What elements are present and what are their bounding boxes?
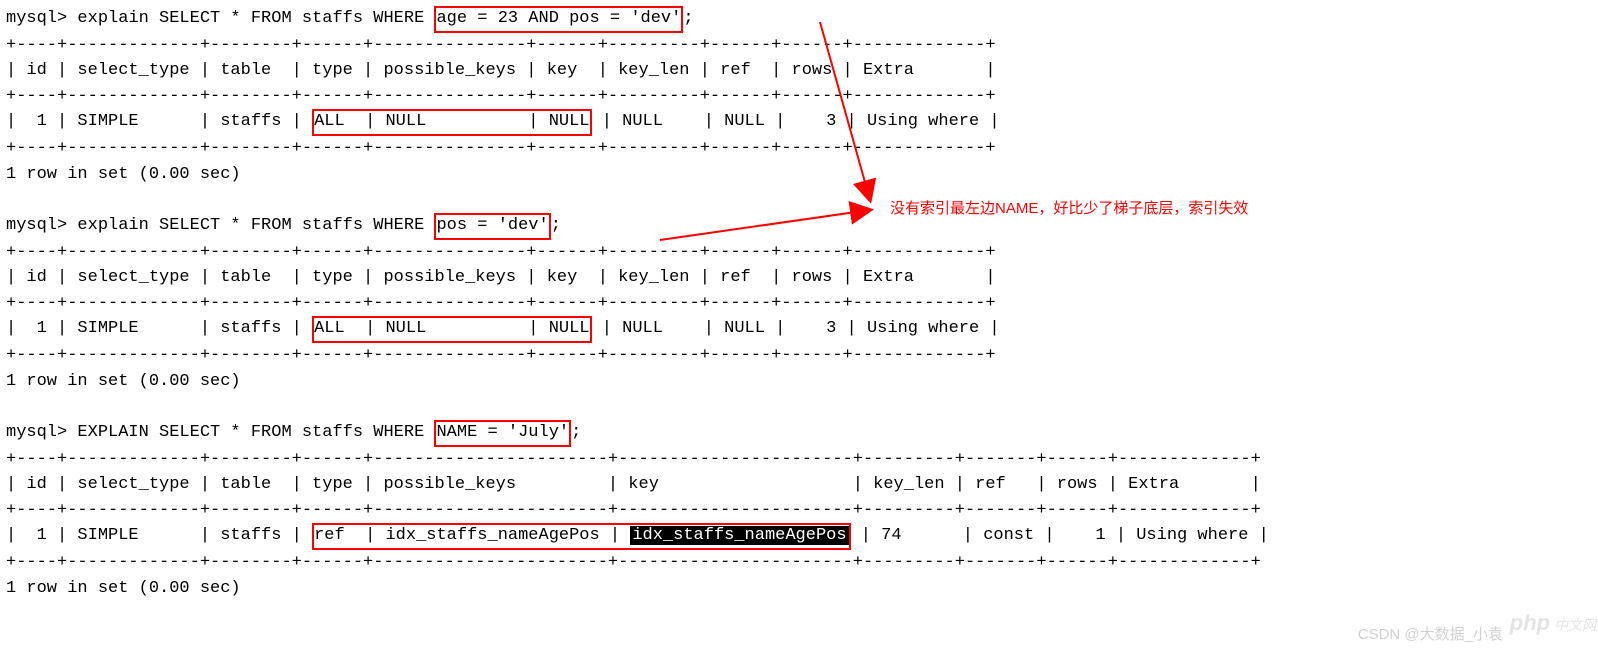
query1-row: | 1 | SIMPLE | staffs | ALL | NULL | NUL… <box>6 109 1592 136</box>
query2-condition-box: pos = 'dev' <box>434 213 550 240</box>
query2-header: | id | select_type | table | type | poss… <box>6 265 1592 291</box>
query3-condition-box: NAME = 'July' <box>434 420 571 447</box>
watermark-csdn: CSDN @大数据_小袁 <box>1358 624 1503 647</box>
query2-prompt: mysql> explain SELECT * FROM staffs WHER… <box>6 213 1592 240</box>
query3-footer: 1 row in set (0.00 sec) <box>6 576 1592 602</box>
query2-border-mid: +----+-------------+--------+------+----… <box>6 291 1592 317</box>
query2-border-top: +----+-------------+--------+------+----… <box>6 240 1592 266</box>
query2-row: | 1 | SIMPLE | staffs | ALL | NULL | NUL… <box>6 316 1592 343</box>
query1-border-top: +----+-------------+--------+------+----… <box>6 33 1592 59</box>
query2-footer: 1 row in set (0.00 sec) <box>6 369 1592 395</box>
query1-condition-box: age = 23 AND pos = 'dev' <box>434 6 683 33</box>
annotation-text: 没有索引最左边NAME，好比少了梯子底层，索引失效 <box>890 198 1248 221</box>
query1-border-bot: +----+-------------+--------+------+----… <box>6 136 1592 162</box>
query3-border-top: +----+-------------+--------+------+----… <box>6 447 1592 473</box>
query1-border-mid: +----+-------------+--------+------+----… <box>6 84 1592 110</box>
query2-border-bot: +----+-------------+--------+------+----… <box>6 343 1592 369</box>
query2-row-box: ALL | NULL | NULL <box>312 316 591 343</box>
query3-border-bot: +----+-------------+--------+------+----… <box>6 550 1592 576</box>
query3-border-mid: +----+-------------+--------+------+----… <box>6 498 1592 524</box>
query3-header: | id | select_type | table | type | poss… <box>6 472 1592 498</box>
query3-key-inverse: idx_staffs_nameAgePos <box>630 526 848 545</box>
query1-prompt: mysql> explain SELECT * FROM staffs WHER… <box>6 6 1592 33</box>
query1-footer: 1 row in set (0.00 sec) <box>6 162 1592 188</box>
watermark-php: php 中文网 <box>1510 606 1596 639</box>
query1-row-box: ALL | NULL | NULL <box>312 109 591 136</box>
query3-row: | 1 | SIMPLE | staffs | ref | idx_staffs… <box>6 523 1592 550</box>
query3-prompt: mysql> EXPLAIN SELECT * FROM staffs WHER… <box>6 420 1592 447</box>
query3-row-box: ref | idx_staffs_nameAgePos | idx_staffs… <box>312 523 851 550</box>
query1-header: | id | select_type | table | type | poss… <box>6 58 1592 84</box>
